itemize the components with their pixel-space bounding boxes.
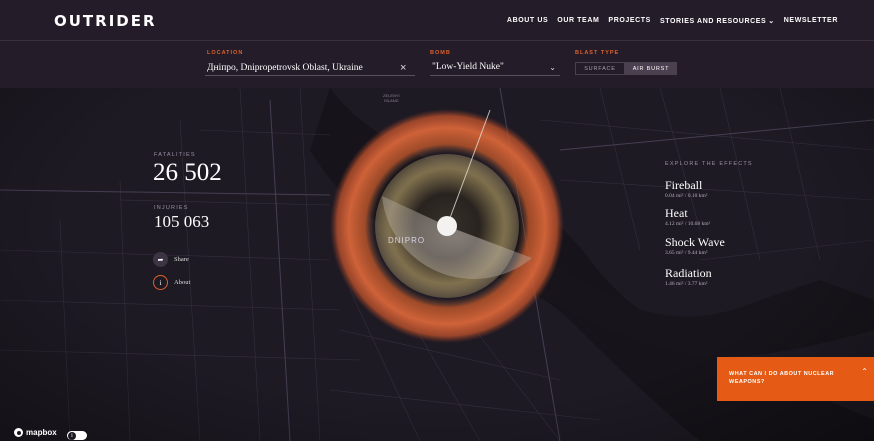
chevron-down-icon: ⌄ xyxy=(549,63,556,72)
mapbox-icon xyxy=(14,428,23,437)
header: OUTRIDER ABOUT US OUR TEAM PROJECTS STOR… xyxy=(0,0,874,88)
effect-shock-wave[interactable]: Shock Wave 3.65 mi² / 9.44 km² xyxy=(665,235,725,257)
effect-area: 4.12 mi² / 10.68 km² xyxy=(665,221,711,227)
attribution-toggle[interactable] xyxy=(67,431,87,440)
header-divider xyxy=(0,40,874,41)
injuries-label: INJURIES xyxy=(154,205,189,211)
effect-heat[interactable]: Heat 4.12 mi² / 10.68 km² xyxy=(665,206,711,228)
city-label: DNIPRO xyxy=(388,236,426,245)
about-label: About xyxy=(174,279,191,286)
bomb-select[interactable]: "Low-Yield Nuke" ⌄ xyxy=(430,60,560,76)
fireball-marker[interactable] xyxy=(437,216,457,236)
bomb-label: BOMB xyxy=(430,50,451,56)
effect-area: 3.65 mi² / 9.44 km² xyxy=(665,250,708,256)
about-button[interactable]: i About xyxy=(153,275,190,290)
island-label-line2: ISLAND xyxy=(384,98,399,103)
mapbox-text: mapbox xyxy=(26,428,57,437)
chevron-down-icon: ⌄ xyxy=(768,18,775,25)
nav-projects[interactable]: PROJECTS xyxy=(608,17,651,25)
effect-radiation[interactable]: Radiation 1.46 mi² / 3.77 km² xyxy=(665,266,712,288)
mapbox-logo[interactable]: mapbox xyxy=(14,428,57,437)
effects-title: EXPLORE THE EFFECTS xyxy=(665,161,753,167)
blast-type-toggle: SURFACE AIR BURST xyxy=(575,62,677,75)
cta-text: WHAT CAN I DO ABOUT NUCLEAR WEAPONS? xyxy=(729,371,835,385)
island-label: ZELENYI ISLAND xyxy=(383,93,400,103)
chevron-up-icon: ⌃ xyxy=(861,367,868,376)
blast-option-air-burst[interactable]: AIR BURST xyxy=(625,62,677,75)
location-input[interactable] xyxy=(205,60,415,76)
nav-newsletter[interactable]: NEWSLETTER xyxy=(784,17,838,25)
nav-projects-label: PROJECTS xyxy=(608,17,651,24)
nav-stories-label: STORIES AND RESOURCES xyxy=(659,18,767,25)
location-label: LOCATION xyxy=(207,50,244,56)
nav-about-us-label: ABOUT US xyxy=(506,17,549,24)
nav-our-team[interactable]: OUR TEAM xyxy=(557,17,599,25)
share-icon: ➦ xyxy=(153,252,168,267)
injuries-value: 105 063 xyxy=(154,212,210,231)
nuclear-weapons-cta[interactable]: WHAT CAN I DO ABOUT NUCLEAR WEAPONS? ⌃ xyxy=(717,357,874,401)
nav-about-us[interactable]: ABOUT US xyxy=(507,17,548,25)
fatalities-label: FATALITIES xyxy=(154,152,196,158)
effect-name: Fireball xyxy=(665,178,703,192)
effect-name: Radiation xyxy=(665,266,712,280)
effect-name: Heat xyxy=(665,206,688,220)
nav-our-team-label: OUR TEAM xyxy=(557,17,600,24)
outrider-logo[interactable]: OUTRIDER xyxy=(54,12,157,30)
share-button[interactable]: ➦ Share xyxy=(153,252,189,267)
info-icon: i xyxy=(153,275,168,290)
share-label: Share xyxy=(174,256,189,263)
bomb-select-value: "Low-Yield Nuke" xyxy=(432,62,504,72)
blast-type-label: BLAST TYPE xyxy=(575,50,620,56)
clear-icon[interactable]: × xyxy=(400,60,406,76)
effect-area: 1.46 mi² / 3.77 km² xyxy=(665,281,708,287)
nav-newsletter-label: NEWSLETTER xyxy=(783,17,838,24)
blast-option-surface[interactable]: SURFACE xyxy=(575,62,625,75)
effect-name: Shock Wave xyxy=(665,235,725,249)
fatalities-value: 26 502 xyxy=(153,159,222,186)
effect-fireball[interactable]: Fireball 0.04 mi² / 0.10 km² xyxy=(665,178,708,200)
effect-area: 0.04 mi² / 0.10 km² xyxy=(665,193,708,199)
main-nav: ABOUT US OUR TEAM PROJECTS STORIES AND R… xyxy=(507,17,838,25)
nav-stories-and-resources[interactable]: STORIES AND RESOURCES ⌄ xyxy=(660,17,775,25)
